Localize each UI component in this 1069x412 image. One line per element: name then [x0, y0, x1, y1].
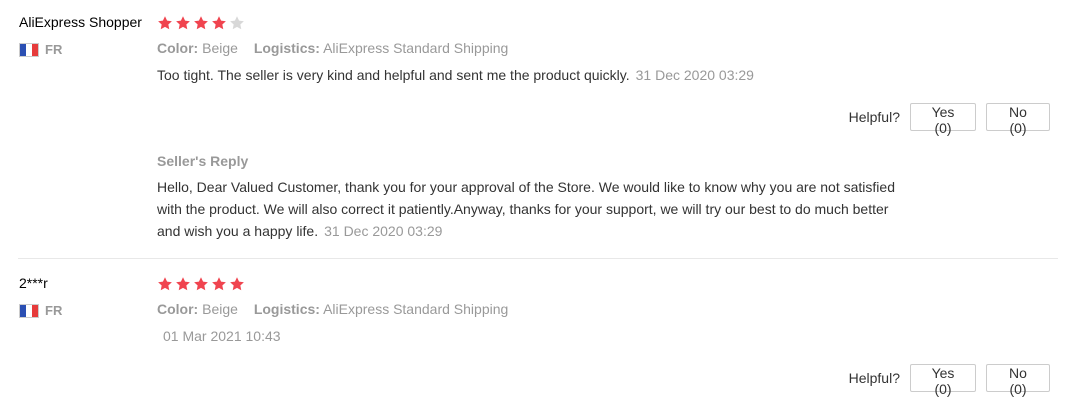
- review-text: Too tight. The seller is very kind and h…: [157, 64, 754, 86]
- star-icon: [230, 16, 244, 30]
- review-date: 01 Mar 2021 10:43: [163, 328, 281, 344]
- review-text: 01 Mar 2021 10:43: [157, 325, 281, 347]
- review-date: 31 Dec 2020 03:29: [635, 67, 754, 83]
- seller-reply-date: 31 Dec 2020 03:29: [324, 223, 443, 239]
- star-icon: [158, 16, 172, 30]
- helpful-yes-button[interactable]: Yes (0): [910, 364, 976, 397]
- seller-reply-body: Hello, Dear Valued Customer, thank you f…: [157, 179, 895, 239]
- color-value: Beige: [202, 40, 238, 56]
- france-flag-icon: [19, 42, 39, 57]
- helpful-no-button[interactable]: No (0): [986, 103, 1050, 136]
- review-item: AliExpress Shopper FR Color: Beige Logis…: [0, 0, 1069, 258]
- rating-stars: [157, 276, 245, 292]
- star-icon: [194, 277, 208, 291]
- logistics-key: Logistics:: [253, 301, 320, 317]
- reviewer-country: FR: [19, 303, 62, 318]
- review-meta: Color: Beige Logistics: AliExpress Stand…: [157, 301, 520, 317]
- color-value: Beige: [202, 301, 238, 317]
- star-icon: [194, 16, 208, 30]
- helpful-label: Helpful?: [848, 109, 900, 125]
- france-flag-icon: [19, 303, 39, 318]
- country-code: FR: [45, 303, 63, 318]
- review-meta: Color: Beige Logistics: AliExpress Stand…: [157, 40, 520, 56]
- helpful-label: Helpful?: [848, 370, 900, 386]
- reviewer-name: 2***r: [19, 275, 48, 291]
- star-icon: [176, 277, 190, 291]
- review-divider: [18, 258, 1058, 259]
- country-code: FR: [45, 42, 63, 57]
- helpful-controls: Helpful? Yes (0) No (0): [848, 364, 1050, 397]
- helpful-no-button[interactable]: No (0): [986, 364, 1050, 397]
- logistics-value: AliExpress Standard Shipping: [323, 40, 509, 56]
- reviewer-country: FR: [19, 42, 62, 57]
- review-item: 2***r FR Color: Beige Logistics: AliExpr…: [0, 260, 1069, 412]
- star-icon: [176, 16, 190, 30]
- reviewer-name: AliExpress Shopper: [19, 14, 142, 30]
- seller-reply-title: Seller's Reply: [157, 153, 249, 169]
- rating-stars: [157, 15, 245, 31]
- helpful-controls: Helpful? Yes (0) No (0): [848, 103, 1050, 136]
- star-icon: [212, 277, 226, 291]
- star-icon: [212, 16, 226, 30]
- helpful-yes-button[interactable]: Yes (0): [910, 103, 976, 136]
- logistics-value: AliExpress Standard Shipping: [323, 301, 509, 317]
- logistics-key: Logistics:: [253, 40, 320, 56]
- review-body: Too tight. The seller is very kind and h…: [157, 67, 630, 83]
- seller-reply-text: Hello, Dear Valued Customer, thank you f…: [157, 176, 902, 242]
- star-icon: [230, 277, 244, 291]
- color-key: Color:: [157, 301, 199, 317]
- color-key: Color:: [157, 40, 199, 56]
- star-icon: [158, 277, 172, 291]
